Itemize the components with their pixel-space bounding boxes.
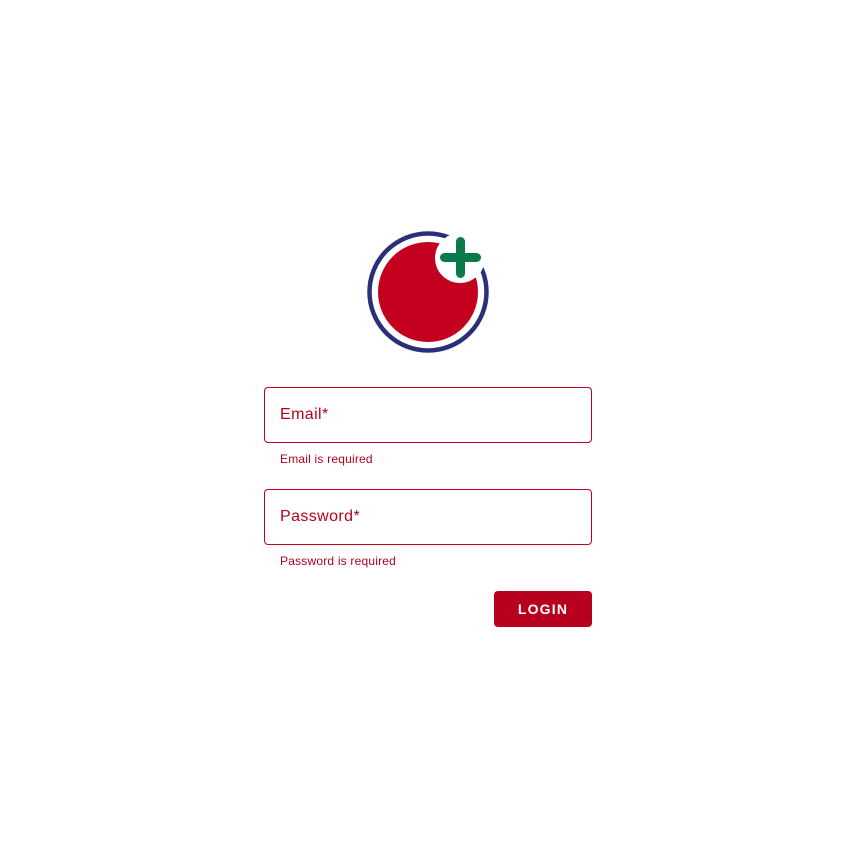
password-input[interactable] bbox=[265, 490, 591, 544]
medical-cross-circle-icon bbox=[367, 231, 489, 353]
app-logo bbox=[366, 230, 490, 354]
email-field[interactable]: Email* bbox=[264, 387, 592, 443]
form-actions: LOGIN bbox=[264, 591, 592, 627]
email-input[interactable] bbox=[265, 388, 591, 442]
login-page: Email* Email is required Password* Passw… bbox=[0, 0, 868, 845]
password-field[interactable]: Password* bbox=[264, 489, 592, 545]
password-error-text: Password is required bbox=[280, 554, 397, 568]
login-form: Email* Email is required Password* Passw… bbox=[264, 387, 592, 627]
email-error-text: Email is required bbox=[280, 452, 373, 466]
login-button[interactable]: LOGIN bbox=[494, 591, 592, 627]
